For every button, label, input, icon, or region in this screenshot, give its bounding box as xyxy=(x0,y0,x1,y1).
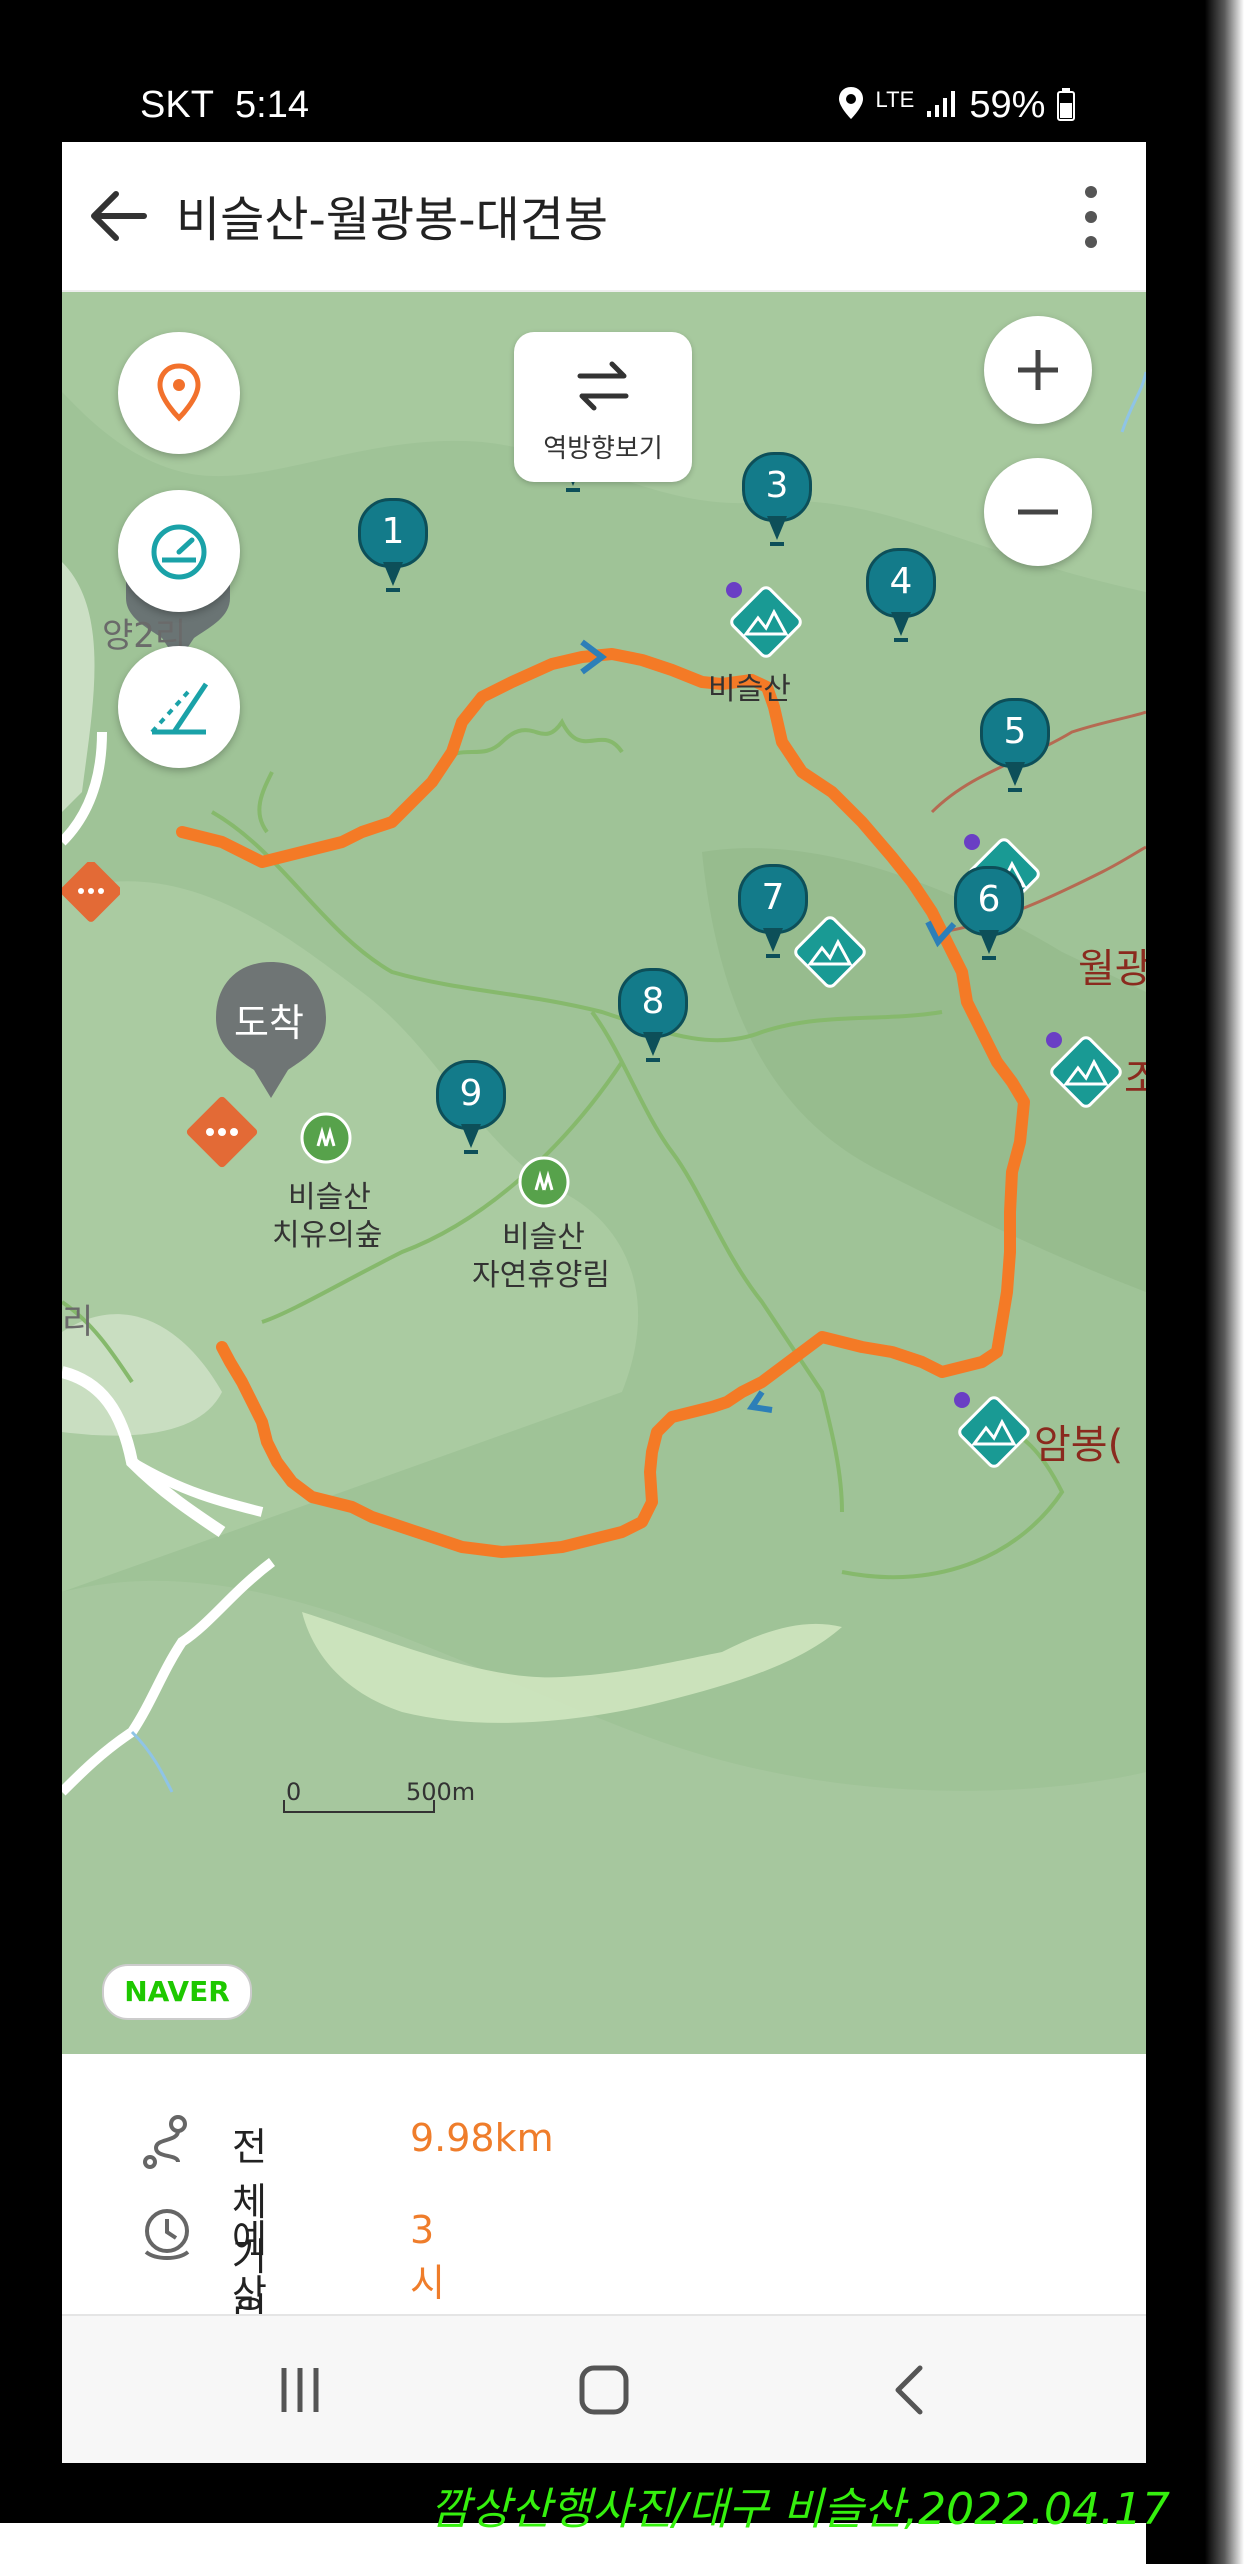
waypoint-pin[interactable]: 3 xyxy=(742,452,812,552)
waypoint-pin[interactable]: 5 xyxy=(980,698,1050,798)
forest-marker-icon[interactable] xyxy=(300,1112,352,1164)
place-label: 치유의숲 xyxy=(272,1218,383,1253)
zoom-in-button[interactable] xyxy=(984,316,1092,424)
carrier: SKT xyxy=(140,84,214,126)
naver-logo-text: NAVER xyxy=(124,1975,230,2008)
waypoint-number: 9 xyxy=(436,1060,506,1130)
waypoint-number: 4 xyxy=(866,548,936,618)
forest-marker-icon[interactable] xyxy=(518,1156,570,1208)
place-label: 월광 xyxy=(1078,946,1146,992)
peak-marker-icon[interactable] xyxy=(1044,1030,1128,1114)
peak-marker-icon[interactable] xyxy=(724,580,808,664)
minus-icon xyxy=(1018,509,1058,515)
place-label: 암봉( xyxy=(1034,1422,1124,1468)
waypoint-number: 1 xyxy=(358,498,428,568)
clock: 5:14 xyxy=(235,84,309,126)
peak-marker-icon[interactable] xyxy=(952,1390,1036,1474)
naver-logo: NAVER xyxy=(102,1964,252,2020)
map-view[interactable]: 도착 1 3 4 5 6 7 8 9 양2리 비슬산 월광 조 암봉(비슬산 … xyxy=(62,292,1146,2054)
status-left: SKT 5:14 xyxy=(140,84,309,127)
phone-screen: SKT 5:14 LTE 59% 비슬산-월광봉-대견봉 도착 1 3 4 5 … xyxy=(62,62,1146,2463)
reverse-direction-label: 역방향보기 xyxy=(543,434,663,464)
waypoint-pin[interactable]: 8 xyxy=(618,968,688,1068)
swap-arrows-icon xyxy=(577,361,629,411)
slope-button[interactable] xyxy=(118,646,240,768)
home-icon[interactable] xyxy=(574,2360,634,2420)
back-arrow-icon[interactable] xyxy=(84,184,154,248)
network-label: LTE xyxy=(875,87,915,112)
recents-icon[interactable] xyxy=(272,2362,328,2418)
speedometer-icon xyxy=(151,524,207,580)
place-label: 자연휴양림 xyxy=(472,1258,610,1293)
photo-frame: SKT 5:14 LTE 59% 비슬산-월광봉-대견봉 도착 1 3 4 5 … xyxy=(0,0,1244,2564)
waypoint-number: 8 xyxy=(618,968,688,1038)
waypoint-number: 5 xyxy=(980,698,1050,768)
waypoint-pin[interactable]: 7 xyxy=(738,864,808,964)
battery-percent: 59% xyxy=(969,84,1046,126)
scale-zero: 0 xyxy=(286,1778,302,1806)
location-icon xyxy=(838,87,863,119)
waypoint-number: 6 xyxy=(954,866,1024,936)
route-info-panel: 전체거리 9.98km 예상시간 3시간 28분 xyxy=(62,2054,1146,2459)
my-location-button[interactable] xyxy=(118,332,240,454)
reverse-direction-button[interactable]: 역방향보기 xyxy=(514,332,692,482)
location-pin-icon xyxy=(157,363,201,422)
speed-button[interactable] xyxy=(118,490,240,612)
status-right: LTE 59% xyxy=(837,84,1076,127)
waypoint-pin[interactable]: 4 xyxy=(866,548,936,648)
system-nav-bar xyxy=(62,2314,1146,2463)
waypoint-pin[interactable]: 6 xyxy=(954,866,1024,966)
clock-icon xyxy=(144,2209,190,2260)
waypoint-number: 3 xyxy=(742,452,812,522)
waypoint-number: 7 xyxy=(738,864,808,934)
status-bar: SKT 5:14 LTE 59% xyxy=(62,62,1146,142)
place-label: 리 xyxy=(62,1302,94,1342)
waypoint-pin[interactable]: 1 xyxy=(358,498,428,598)
zoom-out-button[interactable] xyxy=(984,458,1092,566)
route-icon xyxy=(143,2115,187,2169)
slope-icon xyxy=(150,682,209,735)
place-label: 비슬산 xyxy=(708,672,791,707)
waypoint-pin[interactable]: 9 xyxy=(436,1060,506,1160)
more-vert-icon[interactable] xyxy=(1076,182,1106,252)
place-label: 조 xyxy=(1124,1056,1146,1102)
facility-marker-icon[interactable] xyxy=(62,862,120,942)
app-bar: 비슬산-월광봉-대견봉 xyxy=(62,142,1146,292)
battery-icon xyxy=(1057,88,1075,121)
distance-value: 9.98km xyxy=(410,2116,554,2160)
frame-left xyxy=(0,0,62,2480)
page-title: 비슬산-월광봉-대견봉 xyxy=(176,192,609,248)
arrival-label: 도착 xyxy=(234,1001,304,1045)
scale-distance: 500m xyxy=(406,1778,476,1806)
frame-top xyxy=(0,0,1206,62)
photo-caption: 깜상산행사진/대구 비슬산,2022.04.17 xyxy=(430,2484,1171,2535)
signal-icon xyxy=(926,91,955,117)
back-icon[interactable] xyxy=(882,2362,938,2418)
plus-icon xyxy=(1018,350,1058,390)
frame-right xyxy=(1146,0,1244,2564)
facility-marker-icon[interactable] xyxy=(182,1092,262,1172)
